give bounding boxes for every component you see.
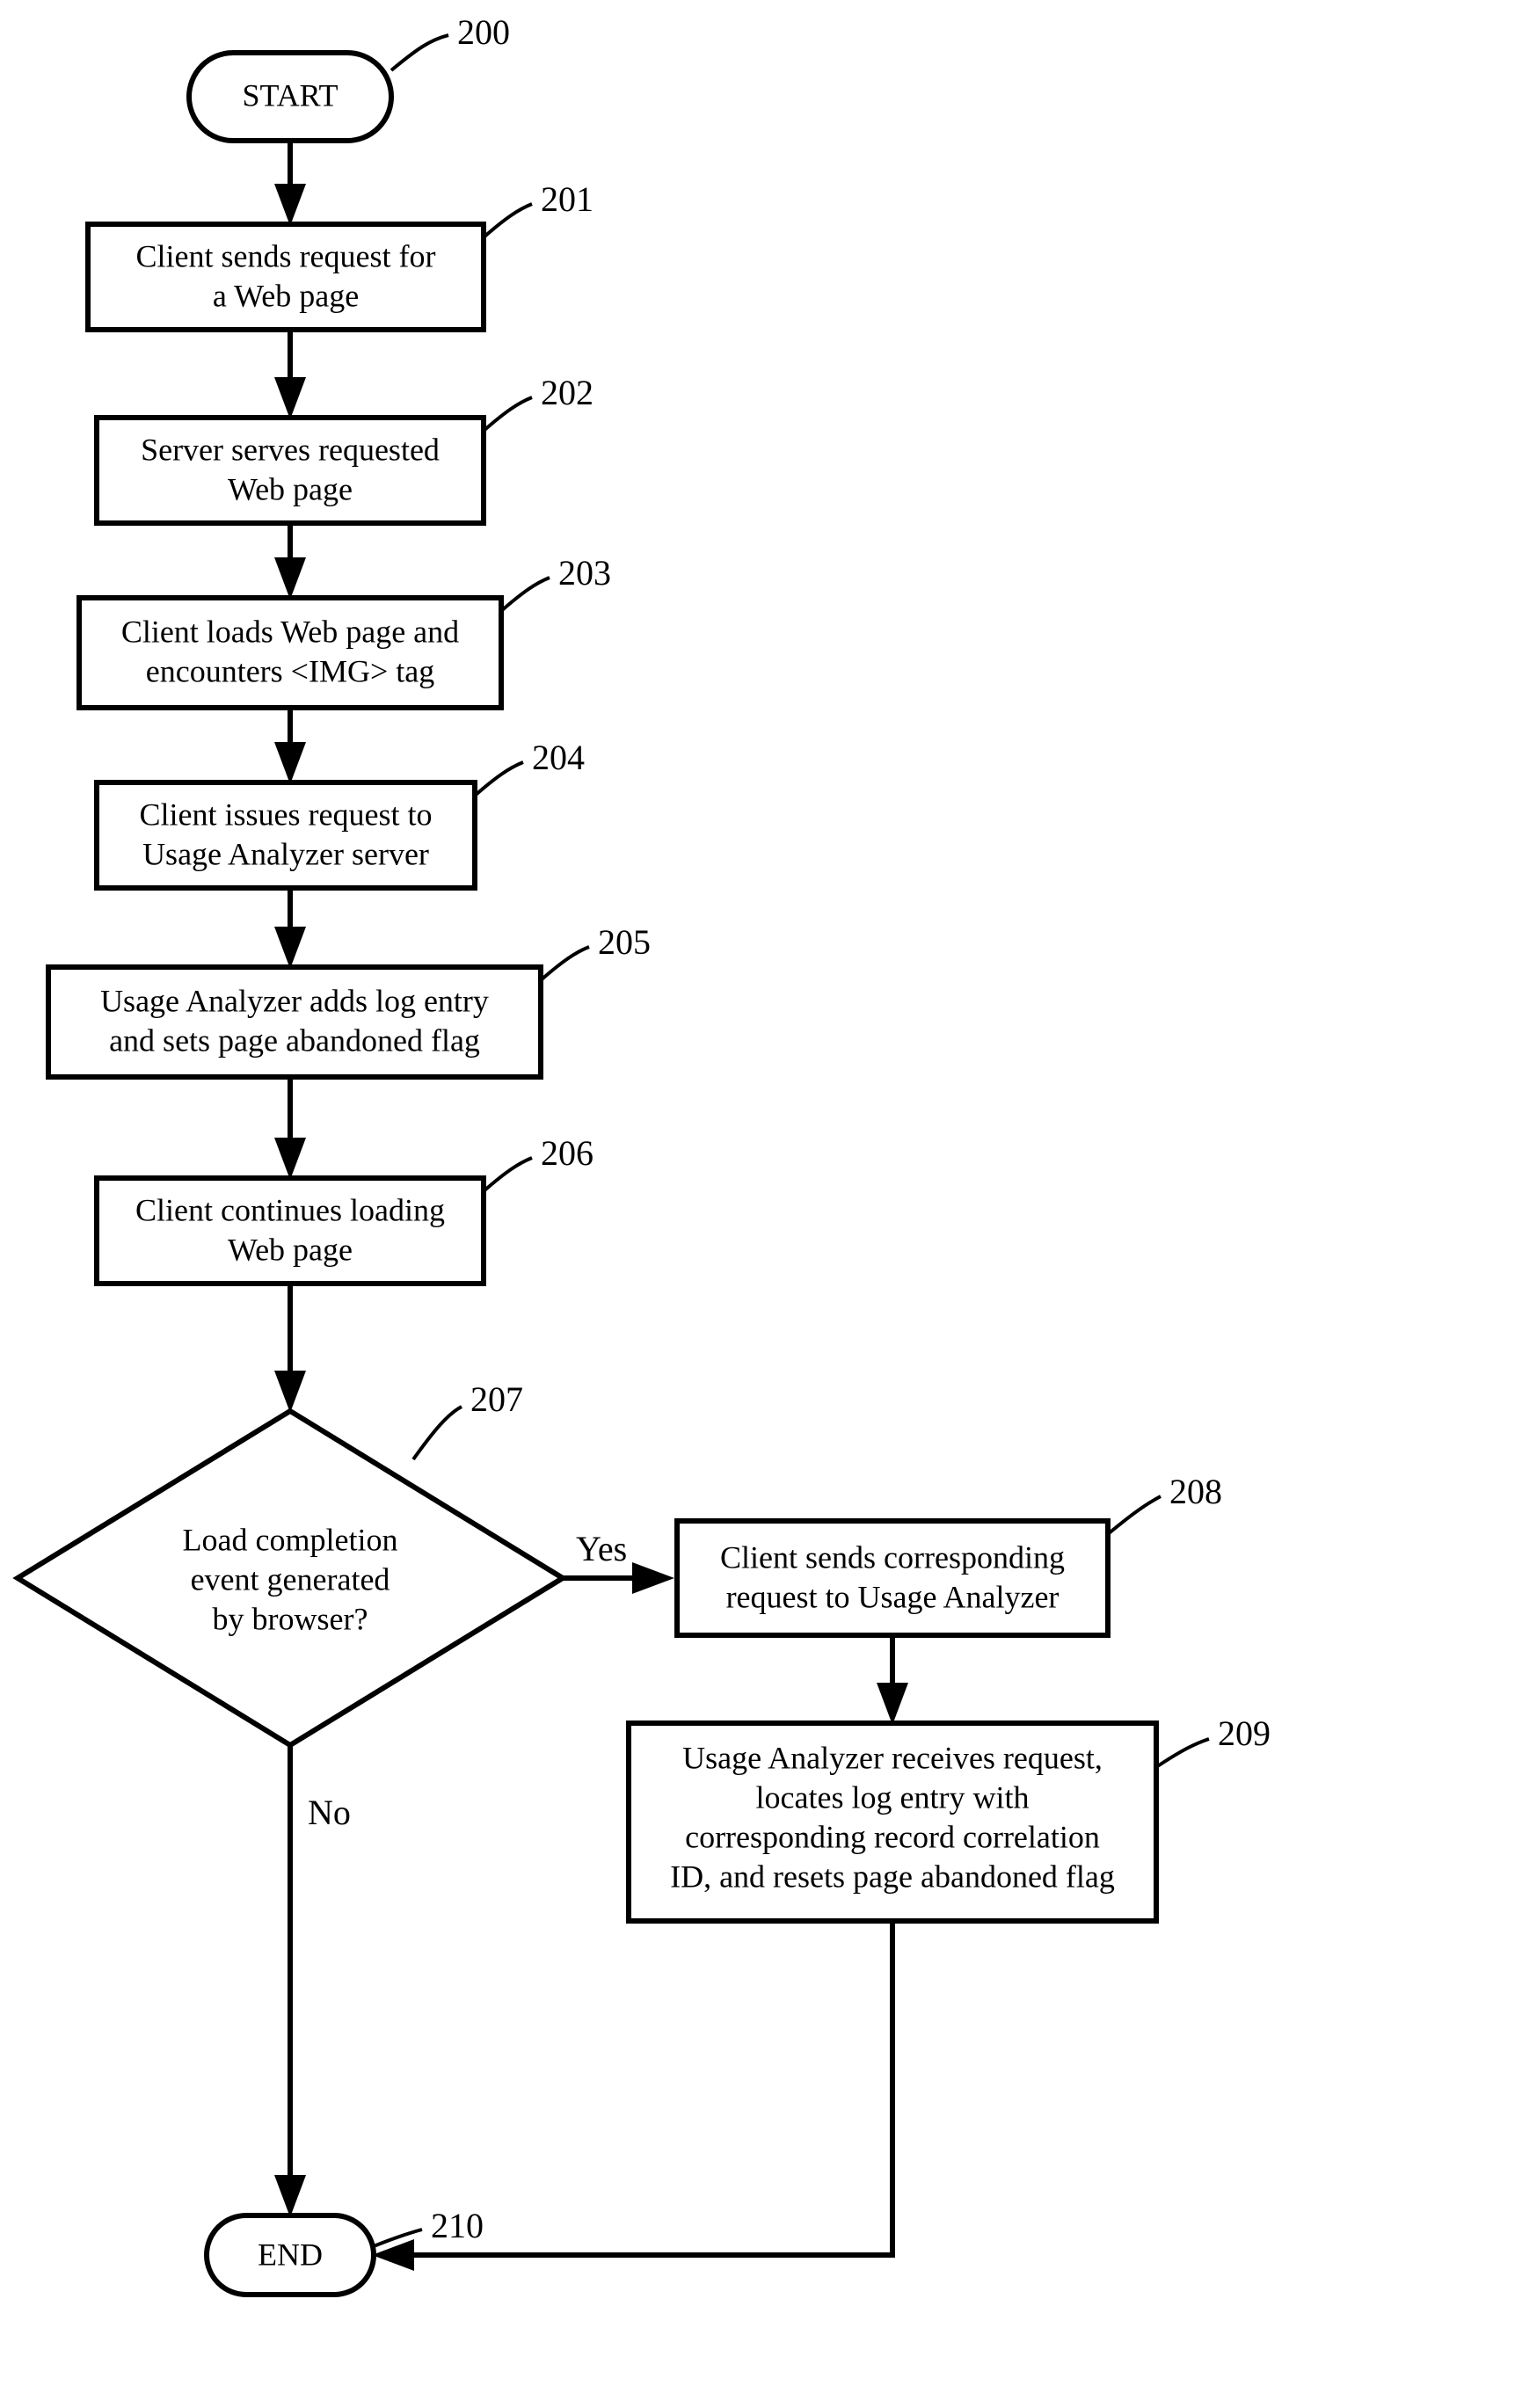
svg-text:by browser?: by browser? xyxy=(213,1601,368,1636)
start-label: START xyxy=(243,77,339,113)
svg-text:Client sends request for: Client sends request for xyxy=(136,238,436,273)
node-208: Client sends corresponding request to Us… xyxy=(677,1521,1108,1635)
svg-text:Web page: Web page xyxy=(228,1232,353,1267)
flowchart: START 200 Client sends request for a Web… xyxy=(0,0,1522,2408)
node-201: Client sends request for a Web page xyxy=(88,224,484,330)
node-204: Client issues request to Usage Analyzer … xyxy=(97,782,475,888)
ref-200: 200 xyxy=(457,12,510,52)
svg-text:Client loads Web page and: Client loads Web page and xyxy=(121,614,459,649)
node-start: START xyxy=(189,53,391,141)
node-205: Usage Analyzer adds log entry and sets p… xyxy=(48,967,541,1077)
svg-text:Web page: Web page xyxy=(228,471,353,506)
svg-text:Usage Analyzer adds log entry: Usage Analyzer adds log entry xyxy=(100,983,489,1018)
svg-text:Client sends corresponding: Client sends corresponding xyxy=(720,1539,1065,1575)
svg-text:Usage Analyzer server: Usage Analyzer server xyxy=(142,836,429,871)
node-207-decision: Load completion event generated by brows… xyxy=(18,1411,563,1745)
node-202: Server serves requested Web page xyxy=(97,418,484,523)
svg-text:ID, and resets page abandoned: ID, and resets page abandoned flag xyxy=(670,1859,1115,1894)
svg-text:request to Usage Analyzer: request to Usage Analyzer xyxy=(726,1579,1060,1614)
ref-206: 206 xyxy=(541,1133,594,1173)
ref-208: 208 xyxy=(1169,1472,1222,1511)
ref-210: 210 xyxy=(431,2206,484,2245)
ref-202: 202 xyxy=(541,373,594,412)
svg-text:Server serves requested: Server serves requested xyxy=(141,432,440,467)
ref-207: 207 xyxy=(470,1379,523,1419)
svg-text:a Web page: a Web page xyxy=(213,278,359,313)
svg-text:Load completion: Load completion xyxy=(183,1522,398,1557)
ref-205: 205 xyxy=(598,922,651,962)
node-203: Client loads Web page and encounters <IM… xyxy=(79,598,501,708)
svg-text:Usage Analyzer receives reques: Usage Analyzer receives request, xyxy=(682,1740,1103,1775)
end-label: END xyxy=(258,2237,323,2272)
ref-204: 204 xyxy=(532,738,585,777)
svg-text:locates log entry with: locates log entry with xyxy=(756,1779,1030,1815)
label-no: No xyxy=(308,1793,351,1832)
svg-text:corresponding record correlati: corresponding record correlation xyxy=(685,1819,1100,1854)
svg-text:Client issues request to: Client issues request to xyxy=(140,797,433,832)
ref-209: 209 xyxy=(1218,1713,1271,1753)
svg-text:and sets page abandoned flag: and sets page abandoned flag xyxy=(109,1022,480,1058)
label-yes: Yes xyxy=(576,1529,627,1568)
ref-201: 201 xyxy=(541,179,594,219)
node-end: END xyxy=(207,2215,374,2295)
svg-text:event generated: event generated xyxy=(191,1561,390,1597)
node-206: Client continues loading Web page xyxy=(97,1178,484,1284)
ref-203: 203 xyxy=(558,553,611,593)
svg-text:Client continues loading: Client continues loading xyxy=(135,1192,445,1227)
svg-text:encounters <IMG> tag: encounters <IMG> tag xyxy=(146,653,435,688)
node-209: Usage Analyzer receives request, locates… xyxy=(629,1723,1156,1921)
